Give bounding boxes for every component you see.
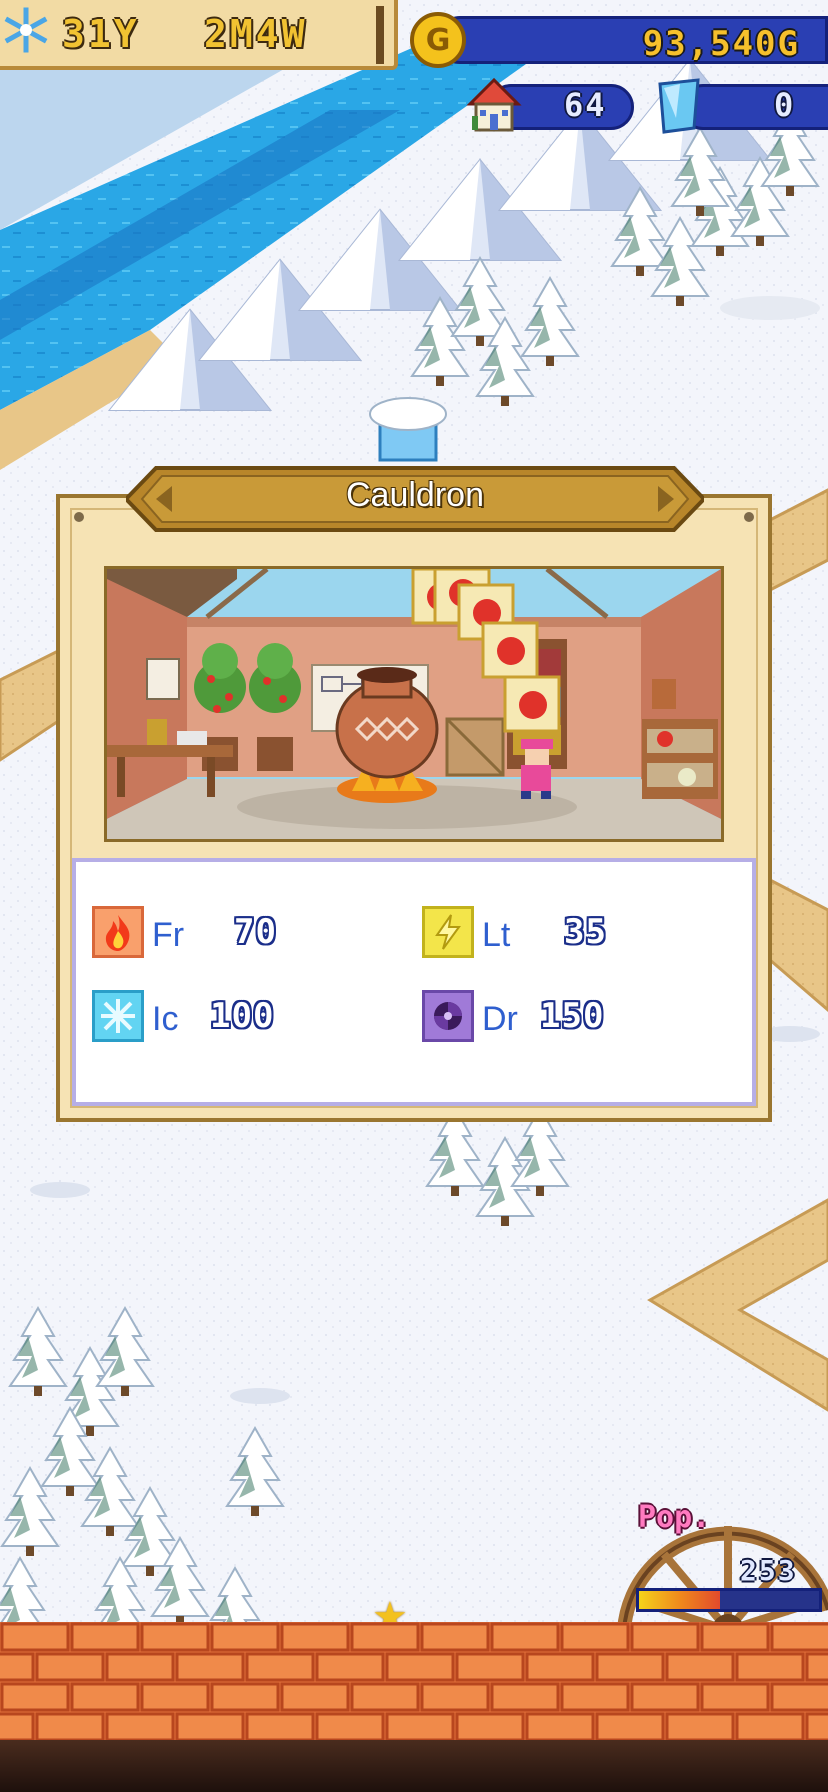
stat-label-fire: Fr	[152, 916, 185, 954]
brick	[210, 1622, 280, 1652]
brick	[140, 1682, 210, 1712]
brick	[735, 1712, 805, 1740]
fire-icon	[92, 906, 144, 958]
brick	[0, 1682, 70, 1712]
brick	[350, 1682, 420, 1712]
stat-label-lightning: Lt	[482, 916, 511, 954]
brick	[560, 1622, 630, 1652]
brick	[420, 1622, 490, 1652]
brick	[105, 1712, 175, 1740]
brick	[770, 1622, 828, 1652]
brick	[805, 1652, 828, 1682]
brick	[315, 1652, 385, 1682]
stat-label-dark: Dr	[482, 1000, 518, 1038]
brick	[805, 1712, 828, 1740]
brick	[0, 1652, 35, 1682]
stat-value-dark: 150	[540, 996, 605, 1036]
brick	[490, 1622, 560, 1652]
brick	[35, 1712, 105, 1740]
floor-strip	[0, 1740, 828, 1792]
brick	[385, 1712, 455, 1740]
brick	[560, 1682, 630, 1712]
rivet	[74, 512, 84, 522]
stat-label-ice: Ic	[152, 1000, 179, 1038]
brick	[105, 1652, 175, 1682]
date-display: 31Y 2M4W	[0, 0, 398, 70]
brick	[490, 1682, 560, 1712]
population-progress-fill	[639, 1591, 720, 1609]
stat-value-ice: 100	[210, 996, 275, 1036]
dark-icon	[422, 990, 474, 1042]
brick	[0, 1622, 70, 1652]
brick	[0, 1712, 35, 1740]
brick	[665, 1652, 735, 1682]
brick	[525, 1712, 595, 1740]
population-value: 253	[740, 1554, 797, 1587]
stat-value-lightning: 35	[564, 912, 607, 952]
cauldron-scene	[104, 566, 724, 842]
brick	[595, 1712, 665, 1740]
snowflake-icon	[4, 7, 48, 53]
brick	[175, 1712, 245, 1740]
gold-amount: 93,540G	[642, 24, 800, 64]
gold-coin-icon: G	[410, 12, 466, 68]
crystals-count: 0	[774, 86, 796, 124]
population-progress-bar	[636, 1588, 822, 1612]
brick	[315, 1712, 385, 1740]
rivet	[744, 512, 754, 522]
brick	[210, 1682, 280, 1712]
brick	[630, 1622, 700, 1652]
brick	[70, 1622, 140, 1652]
brick	[280, 1622, 350, 1652]
year-text: 31Y	[62, 12, 140, 56]
population-label: Pop.	[638, 1500, 711, 1535]
stat-value-fire: 70	[234, 912, 277, 952]
brick	[245, 1712, 315, 1740]
brick	[630, 1682, 700, 1712]
brick	[595, 1652, 665, 1682]
houses-count: 64	[564, 86, 607, 124]
date-divider	[376, 6, 384, 64]
month-week-text: 2M4W	[204, 12, 308, 56]
brick	[350, 1622, 420, 1652]
brick	[420, 1682, 490, 1712]
brick	[525, 1652, 595, 1682]
brick	[245, 1652, 315, 1682]
element-stats-box	[72, 858, 756, 1106]
brick	[735, 1652, 805, 1682]
brick	[770, 1682, 828, 1712]
panel-title: Cauldron	[346, 476, 484, 514]
brick	[175, 1652, 245, 1682]
brick	[455, 1652, 525, 1682]
brick	[700, 1622, 770, 1652]
brick	[280, 1682, 350, 1712]
brick	[665, 1712, 735, 1740]
lightning-icon	[422, 906, 474, 958]
ice-icon	[92, 990, 144, 1042]
house-icon	[466, 77, 522, 132]
brick-wall	[0, 1622, 828, 1740]
brick	[35, 1652, 105, 1682]
brick	[700, 1682, 770, 1712]
brick	[70, 1682, 140, 1712]
brick	[385, 1652, 455, 1682]
brick	[140, 1622, 210, 1652]
brick	[455, 1712, 525, 1740]
crystal-icon	[658, 78, 700, 134]
